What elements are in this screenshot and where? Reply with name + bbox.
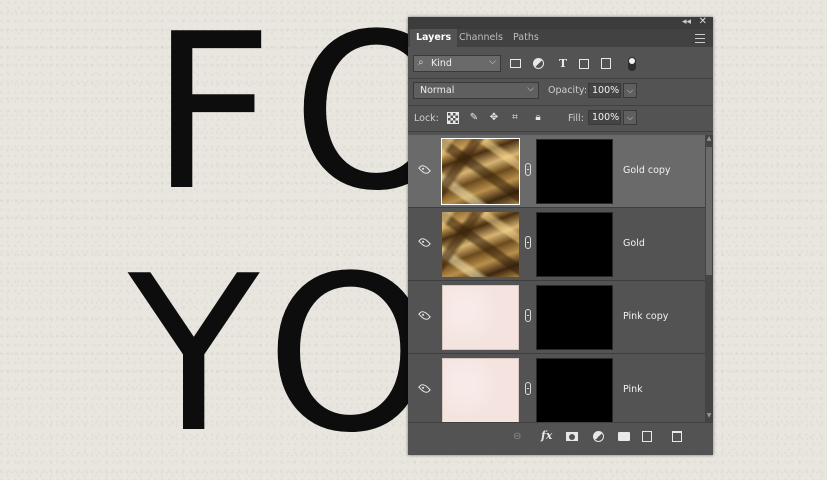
layers-panel: ◂◂ ✕ Layers Channels Paths ⌕ Kind ⌵ T No… xyxy=(408,16,713,455)
layers-list: Gold copy Gold Pink copy Pink xyxy=(408,135,705,422)
visibility-eye-icon[interactable] xyxy=(418,236,431,249)
visibility-eye-icon[interactable] xyxy=(418,309,431,322)
mask-link-icon[interactable] xyxy=(525,163,531,176)
search-icon: ⌕ xyxy=(418,57,424,68)
smart-object-filter-icon[interactable] xyxy=(601,58,611,69)
panel-menu-icon[interactable] xyxy=(695,34,705,43)
visibility-eye-icon[interactable] xyxy=(418,163,431,176)
blend-mode-value: Normal xyxy=(420,85,455,96)
fill-dropdown-button[interactable]: ⌵ xyxy=(623,110,637,125)
mask-link-icon[interactable] xyxy=(525,236,531,249)
collapse-panel-icon[interactable]: ◂◂ xyxy=(682,17,691,27)
opacity-label: Opacity: xyxy=(548,85,588,96)
layer-name[interactable]: Gold copy xyxy=(623,165,671,176)
adjustment-filter-icon[interactable] xyxy=(533,58,544,69)
layer-thumbnail[interactable] xyxy=(442,285,519,350)
link-layers-icon[interactable]: ⊖ xyxy=(513,431,521,442)
tab-layers[interactable]: Layers xyxy=(410,29,458,47)
new-group-icon[interactable] xyxy=(618,432,630,441)
divider xyxy=(408,78,713,79)
layer-row-gold[interactable]: Gold xyxy=(408,208,705,281)
image-filter-icon[interactable] xyxy=(510,59,521,68)
filter-kind-select[interactable]: ⌕ Kind ⌵ xyxy=(413,55,501,72)
lock-image-pixels-icon[interactable]: ✎ xyxy=(468,112,480,124)
tab-channels[interactable]: Channels xyxy=(453,29,509,47)
lock-artboard-icon[interactable]: ⌗ xyxy=(509,112,521,124)
layer-mask-thumbnail[interactable] xyxy=(536,139,613,204)
layer-mask-thumbnail[interactable] xyxy=(536,358,613,422)
chevron-down-icon: ⌵ xyxy=(489,57,496,67)
fill-field[interactable]: 100% xyxy=(588,110,621,125)
blend-mode-select[interactable]: Normal ⌵ xyxy=(413,82,539,99)
tab-paths[interactable]: Paths xyxy=(507,29,545,47)
layer-row-pink-copy[interactable]: Pink copy xyxy=(408,281,705,354)
opacity-dropdown-button[interactable]: ⌵ xyxy=(623,83,637,98)
divider xyxy=(408,105,713,106)
divider xyxy=(408,131,713,132)
layer-filter-row: ⌕ Kind ⌵ T xyxy=(408,55,713,77)
mask-link-icon[interactable] xyxy=(525,382,531,395)
opacity-field[interactable]: 100% xyxy=(588,83,621,98)
layer-mask-thumbnail[interactable] xyxy=(536,285,613,350)
layer-row-gold-copy[interactable]: Gold copy xyxy=(408,135,705,208)
mask-link-icon[interactable] xyxy=(525,309,531,322)
layer-name[interactable]: Pink xyxy=(623,384,643,395)
add-mask-icon[interactable] xyxy=(566,432,578,441)
panel-tabs: Layers Channels Paths xyxy=(408,29,713,47)
scrollbar-thumb[interactable] xyxy=(706,147,712,275)
layer-row-pink[interactable]: Pink xyxy=(408,354,705,422)
layer-thumbnail[interactable] xyxy=(442,212,519,277)
canvas-text-line-2: YO xyxy=(128,229,453,480)
lock-transparent-pixels-icon[interactable] xyxy=(447,112,459,124)
new-layer-icon[interactable] xyxy=(642,431,652,442)
delete-layer-icon[interactable] xyxy=(672,431,682,442)
panel-title-bar[interactable]: ◂◂ ✕ xyxy=(408,16,713,29)
fill-label: Fill: xyxy=(568,113,584,124)
scroll-up-icon[interactable]: ▲ xyxy=(705,135,713,145)
new-adjustment-layer-icon[interactable] xyxy=(593,431,604,442)
layer-thumbnail[interactable] xyxy=(442,358,519,422)
fx-icon[interactable]: fx xyxy=(541,429,552,442)
layer-mask-thumbnail[interactable] xyxy=(536,212,613,277)
lock-all-icon[interactable]: 🔒︎ xyxy=(532,112,544,124)
type-filter-icon[interactable]: T xyxy=(556,57,570,70)
layer-name[interactable]: Pink copy xyxy=(623,311,668,322)
chevron-down-icon: ⌵ xyxy=(527,84,534,94)
layer-thumbnail[interactable] xyxy=(441,138,520,205)
layers-panel-footer: ⊖ fx xyxy=(408,422,713,455)
filter-kind-label: Kind xyxy=(431,58,452,69)
lock-position-icon[interactable]: ✥ xyxy=(488,112,500,124)
layers-scrollbar[interactable]: ▲ ▼ xyxy=(705,135,713,422)
filter-toggle-icon[interactable] xyxy=(628,57,636,71)
visibility-eye-icon[interactable] xyxy=(418,382,431,395)
shape-filter-icon[interactable] xyxy=(579,59,589,69)
close-panel-icon[interactable]: ✕ xyxy=(699,16,707,27)
layer-name[interactable]: Gold xyxy=(623,238,645,249)
scroll-down-icon[interactable]: ▼ xyxy=(705,412,713,422)
lock-label: Lock: xyxy=(414,113,439,124)
